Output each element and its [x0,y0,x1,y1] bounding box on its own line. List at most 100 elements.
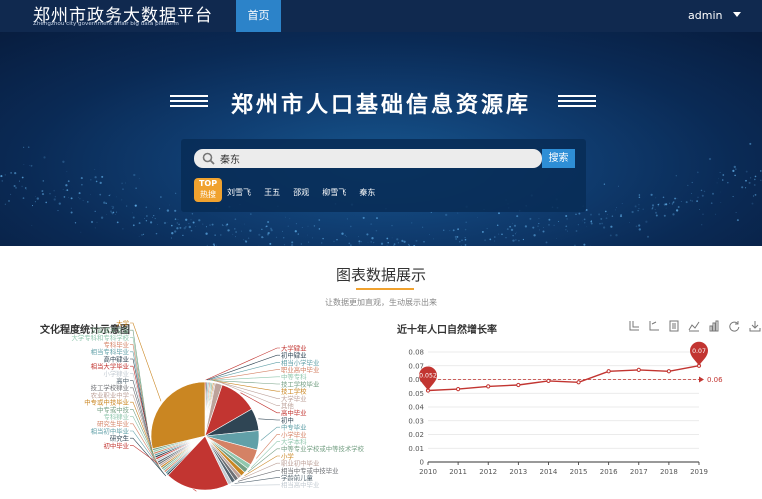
hero-particle [498,212,500,215]
hero-particle [144,218,145,220]
hero-particle [21,185,23,188]
hero-particle [548,224,550,226]
data-point[interactable] [636,367,641,372]
hero-particle [125,182,126,184]
hero-particle [41,191,43,192]
hero-particle [703,190,706,193]
data-point[interactable] [456,387,461,392]
hero-particle [760,170,762,172]
hero-particle [357,236,359,238]
hero-particle [349,225,352,228]
hero-particle [484,239,487,242]
hero-particle [42,180,45,182]
data-point[interactable] [486,384,491,389]
hero-particle [132,212,134,214]
hero-particle [599,223,601,225]
hero-particle [638,208,640,210]
download-icon[interactable] [749,320,761,332]
data-point[interactable] [516,382,521,388]
hero-particle [455,238,457,240]
x-tick-label: 2015 [570,468,588,476]
hero-particle [90,194,91,195]
data-point[interactable] [666,369,671,374]
hero-particle [65,184,68,187]
hot-term[interactable]: 王五 [264,187,280,198]
search-input[interactable] [220,150,530,167]
hero-particle [122,228,124,230]
min-marker: 0.052 [419,366,437,391]
hero-particle [174,230,177,233]
hot-term[interactable]: 柳雪飞 [322,187,346,198]
hero-particle [58,202,61,205]
search-button[interactable]: 搜索 [542,149,575,168]
hero-particle [220,234,222,236]
hero-particle [652,207,654,209]
hero-particle [99,193,102,196]
hero-particle [57,210,59,212]
hero-particle [4,174,7,176]
hero-particle [518,239,520,242]
hero-particle [675,209,679,212]
hero-particle [498,233,500,235]
hero-particle [49,193,51,195]
data-point[interactable] [576,380,581,385]
hero-particle [14,172,17,175]
hero-particle [116,196,118,198]
y-tick-label: 0 [420,459,424,467]
hero-particle [461,239,463,241]
hero-particle [671,203,674,205]
hot-term[interactable]: 刘雪飞 [227,187,251,198]
hero-particle [603,183,606,185]
hero-particle [415,239,418,242]
user-menu[interactable]: admin [688,0,722,32]
hero-particle [638,224,641,227]
hero-particle [735,211,737,214]
hero-particle [348,242,351,245]
y-tick-label: 0.05 [408,390,424,398]
hot-term[interactable]: 秦东 [359,187,375,198]
hero-particle [96,221,98,223]
hero-particle [672,213,675,216]
hero-particle [676,197,678,199]
hot-search-badge: TOP 热搜 [194,178,222,202]
hero-particle [607,214,609,215]
hero-particle [494,236,496,238]
hot-term[interactable]: 邵观 [293,187,309,198]
hero-particle [618,185,619,187]
hero-particle [496,224,499,227]
hero-particle [370,223,373,225]
restore-icon[interactable] [728,320,740,332]
hero-particle [4,203,7,205]
hero-particle [267,220,270,224]
hero-particle [506,228,509,231]
caret-down-icon[interactable] [733,12,741,17]
hero-particle [687,184,689,186]
hero-particle [513,224,517,227]
hot-badge-top: TOP [198,179,218,188]
hero-particle [423,241,425,243]
hero-particle [232,233,234,235]
hero-particle [457,212,459,214]
hero-particle [456,236,459,238]
hero-particle [512,234,514,237]
hero-particle [575,213,577,215]
hero-particle [586,226,587,228]
hero-particle [111,205,113,207]
hero-particle [371,237,374,240]
hero-particle [250,213,252,215]
hero-particle [655,197,657,199]
hero-particle [685,201,688,204]
hero-particle [716,182,718,184]
hero-particle [126,205,128,207]
hero-particle [183,227,186,230]
hero-particle [68,196,69,198]
hero-particle [244,223,245,225]
hero-particle [90,220,94,224]
hero-particle [62,160,65,163]
data-point[interactable] [606,369,611,374]
average-arrow [699,376,704,383]
y-tick-label: 0.08 [408,349,424,357]
hero-particle [226,223,229,226]
nav-home-tab[interactable]: 首页 [236,0,281,32]
hero-particle [754,175,757,178]
